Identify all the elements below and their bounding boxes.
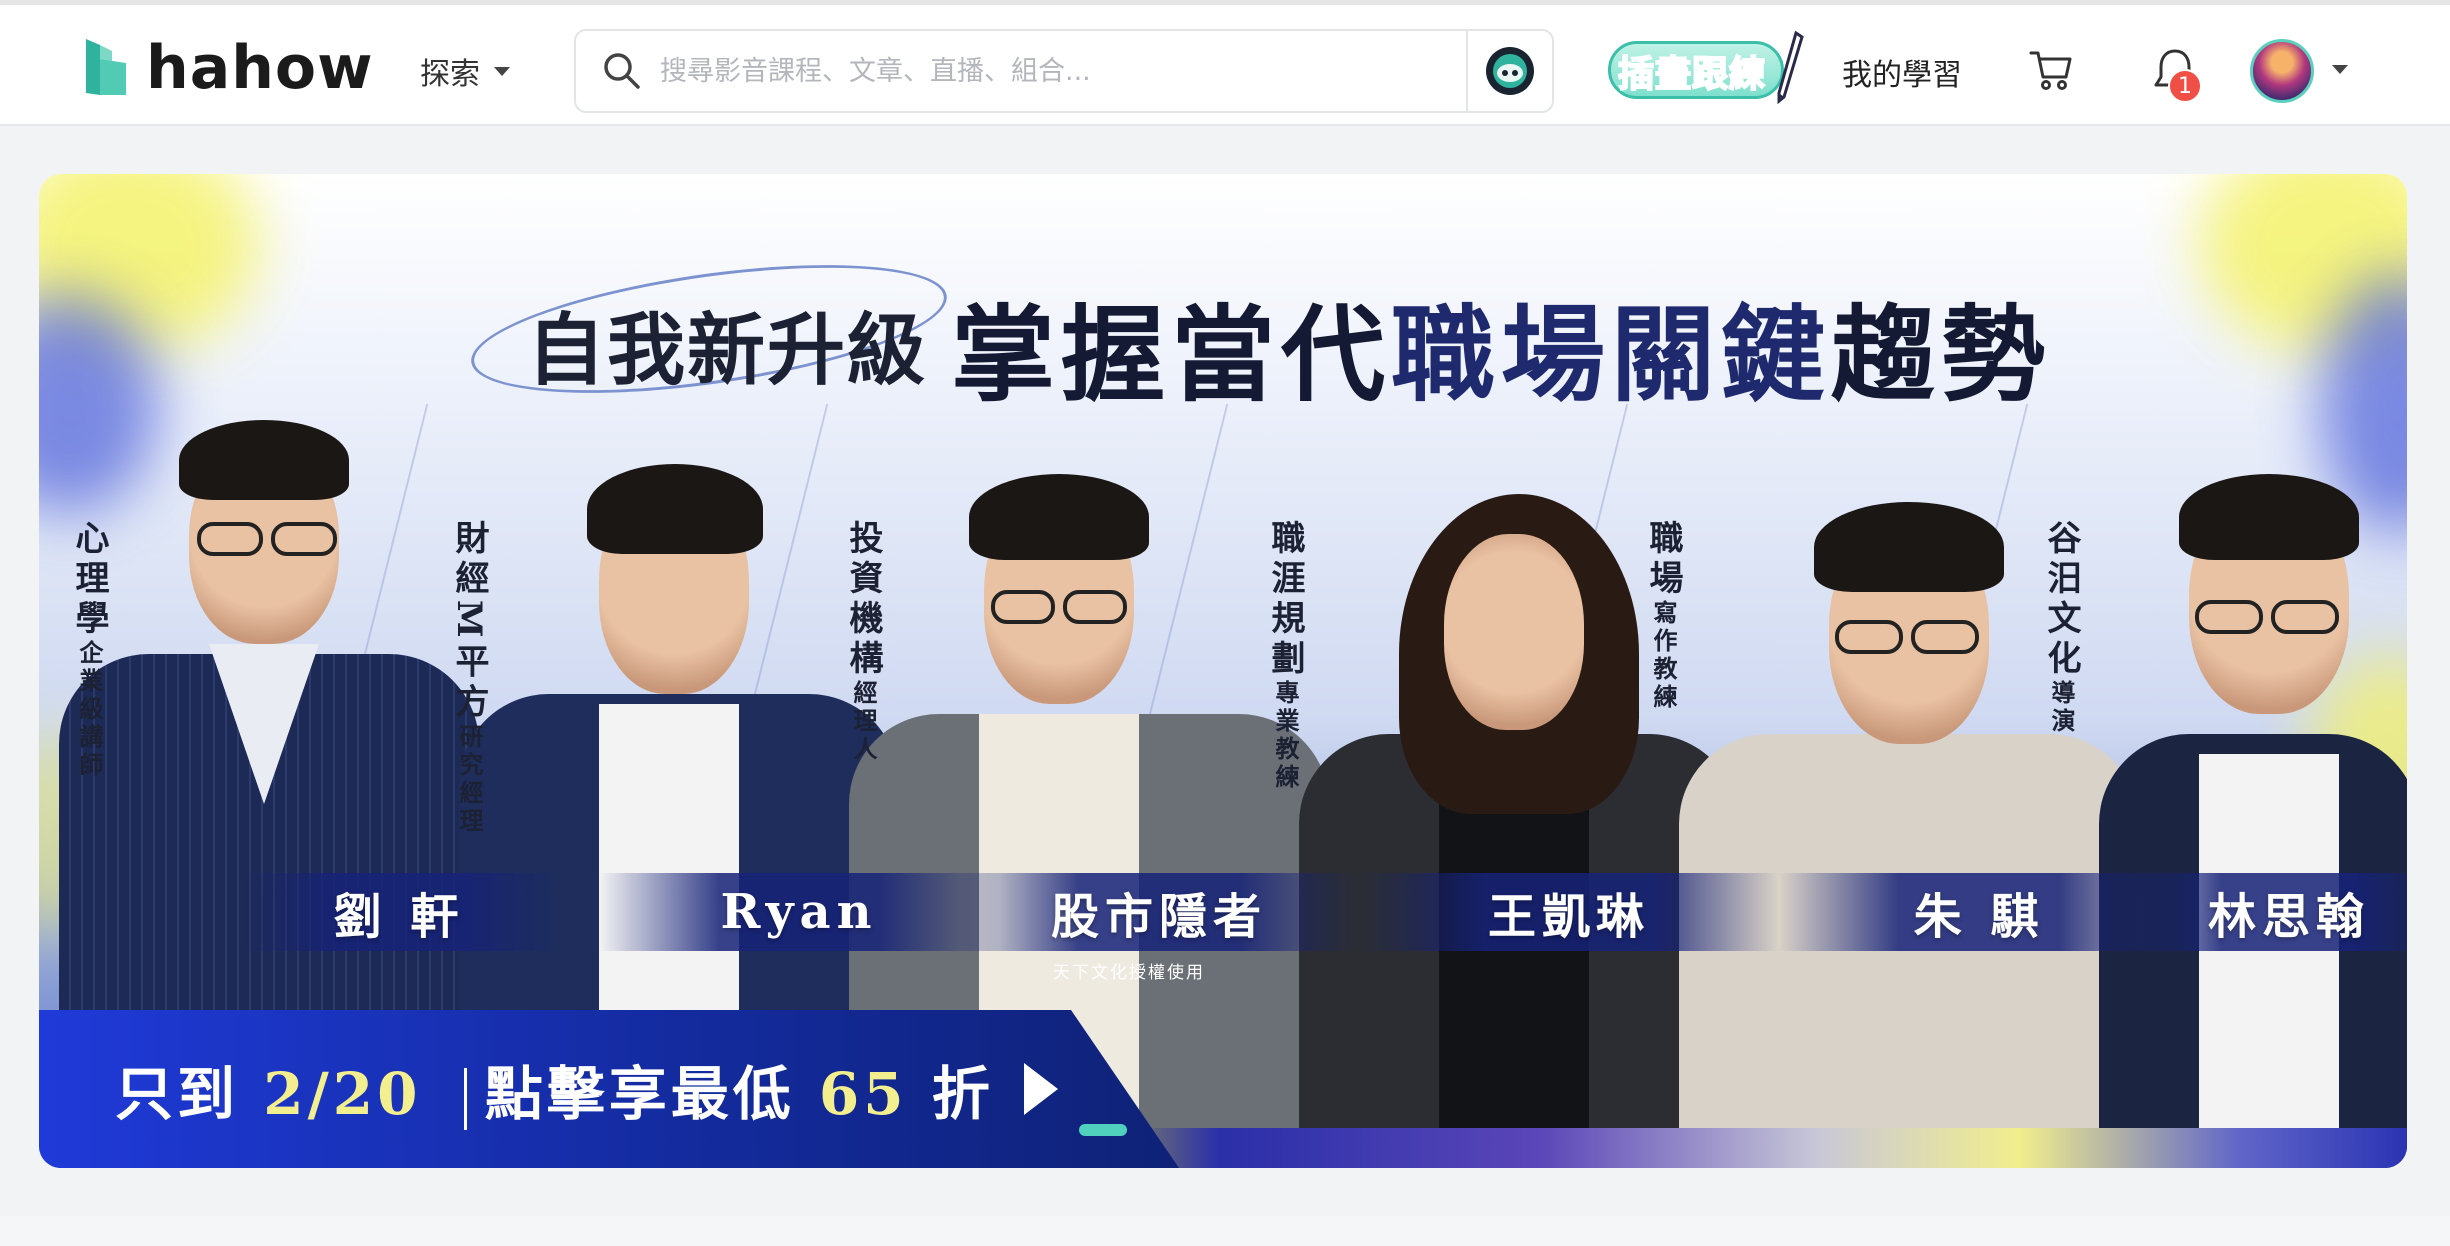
- cart-icon[interactable]: [2028, 47, 2074, 93]
- instructor-role: 心理學企業級講師: [65, 520, 114, 780]
- top-navigation-bar: hahow 探索 插畫跟練 我的學習: [0, 0, 2450, 126]
- cta-divider: [463, 1068, 467, 1130]
- headline-left-text: 自我新升級: [527, 305, 928, 396]
- explore-label: 探索: [420, 57, 480, 92]
- instructor-role-main: 谷汨文化: [2041, 520, 2081, 680]
- instructor-name: 王凱琳: [1487, 889, 1650, 945]
- cta-discount: 65: [818, 1060, 908, 1128]
- instructor-role: 職場寫作教練: [1639, 520, 1688, 712]
- ai-assistant-icon: [1486, 47, 1534, 95]
- instructor-nameplate: Ryan: [599, 873, 999, 951]
- carousel-indicator-active[interactable]: [1079, 1124, 1127, 1136]
- pen-icon: [1777, 31, 1804, 105]
- cta-date: 2/20: [263, 1060, 422, 1128]
- instructor-role: 職涯規劃專業教練: [1261, 520, 1310, 792]
- promo-badge-label: 插畫跟練: [1617, 53, 1767, 96]
- instructor-name: 林思翰: [2207, 889, 2370, 945]
- instructor-role: 谷汨文化導演: [2037, 520, 2086, 736]
- instructor-nameplate: 王凱琳: [1359, 873, 1779, 951]
- content-area-background: [0, 1216, 2450, 1246]
- instructor-role-main: 職涯規劃: [1265, 520, 1305, 680]
- cta-middle: 點擊享最低: [484, 1060, 795, 1128]
- cta-prefix: 只到: [115, 1060, 240, 1128]
- search-input[interactable]: [660, 41, 1466, 101]
- instructor-role-main: 財經M平方: [449, 520, 489, 724]
- promo-cta[interactable]: 只到 2/20 點擊享最低 65 折: [39, 1010, 1179, 1168]
- promo-banner[interactable]: 自我新升級 掌握當代職場關鍵趨勢 心理學企業級講師 財經M平方研究經理 投資機構…: [39, 174, 2407, 1168]
- notification-count-badge: 1: [2168, 69, 2202, 103]
- play-arrow-icon: [1023, 1063, 1058, 1115]
- instructor-nameplate: 股市隱者: [959, 873, 1359, 951]
- headline-right-end: 趨勢: [1831, 293, 2052, 416]
- instructor-role-main: 投資機構: [843, 520, 883, 680]
- instructor-nameplate: 林思翰: [2119, 873, 2407, 951]
- illustration-practice-promo-badge[interactable]: 插畫跟練: [1608, 31, 1804, 107]
- instructor-role-main: 心理學: [69, 520, 109, 640]
- instructor-role-sub: 專業教練: [1271, 680, 1300, 792]
- instructor-role: 投資機構經理人: [839, 520, 888, 764]
- chevron-down-icon: [494, 66, 510, 76]
- instructor-name: 劉 軒: [333, 889, 465, 945]
- cta-text: 只到 2/20 點擊享最低 65 折: [115, 1047, 994, 1131]
- instructor-nameplate: 劉 軒: [239, 873, 559, 951]
- headline-right: 掌握當代職場關鍵趨勢: [951, 270, 2051, 421]
- instructor-role-sub: 經理人: [849, 680, 878, 764]
- hahow-logo-icon: [86, 39, 126, 95]
- instructor-name: Ryan: [720, 884, 878, 940]
- instructor-role-sub: 研究經理: [455, 723, 484, 836]
- instructor-role-sub: 企業級講師: [75, 640, 104, 780]
- license-note: 天下文化授權使用: [1053, 963, 1205, 983]
- search-bar: [574, 29, 1554, 113]
- hahow-logo[interactable]: hahow: [82, 35, 374, 101]
- search-icon[interactable]: [602, 51, 642, 91]
- chevron-down-icon[interactable]: [2332, 65, 2348, 74]
- instructor-role-sub: 寫作教練: [1649, 600, 1678, 712]
- headline-right-blue: 職場關鍵: [1391, 293, 1832, 416]
- headline-right-dark: 掌握當代: [951, 293, 1392, 416]
- instructor-role: 財經M平方研究經理: [445, 520, 494, 836]
- instructor-name: 股市隱者: [1050, 889, 1267, 945]
- explore-menu-button[interactable]: 探索: [420, 49, 510, 93]
- instructor-role-main: 職場: [1643, 520, 1683, 600]
- instructor-role-sub: 導演: [2047, 680, 2076, 736]
- my-learning-link[interactable]: 我的學習: [1842, 50, 1962, 94]
- cta-suffix: 折: [931, 1060, 994, 1128]
- headline-left: 自我新升級: [459, 241, 979, 417]
- ai-assistant-button[interactable]: [1468, 31, 1552, 111]
- instructor-name: 朱 騏: [1913, 889, 2045, 945]
- logo-text: hahow: [146, 33, 374, 103]
- avatar[interactable]: [2250, 39, 2314, 103]
